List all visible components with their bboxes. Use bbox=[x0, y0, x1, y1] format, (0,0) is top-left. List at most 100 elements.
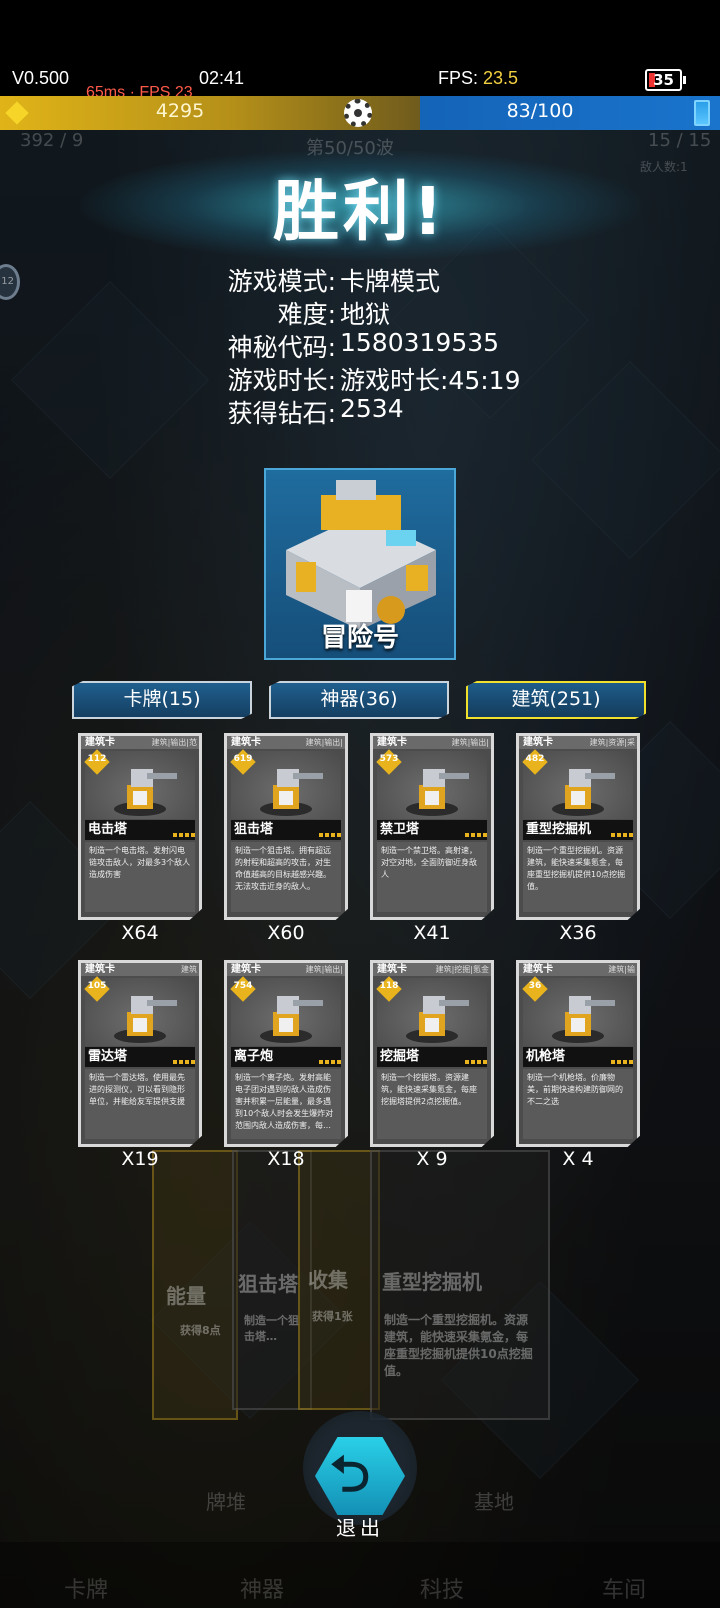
bg-card-label: 收集 bbox=[308, 1268, 348, 1292]
nav-workshop[interactable]: 车间 bbox=[602, 1572, 646, 1604]
card-level-icon bbox=[611, 833, 633, 837]
stat-row-diamonds: 获得钻石: 2534 bbox=[0, 394, 720, 428]
card-tags: 建筑|输出| bbox=[305, 738, 343, 747]
ghost-right-counter: 15 / 15 bbox=[648, 130, 712, 151]
stat-row-difficulty: 难度: 地狱 bbox=[0, 295, 720, 329]
card-description: 制造一个禁卫塔。高射速，对空对地，全面防御近身敌人 bbox=[377, 842, 487, 912]
version-label: V0.500 bbox=[12, 68, 70, 88]
card-cost: 754 bbox=[233, 981, 253, 991]
stat-label: 难度: bbox=[277, 300, 336, 329]
nav-artifacts[interactable]: 神器 bbox=[240, 1572, 284, 1604]
bottom-mid-deck: 牌堆 bbox=[206, 1490, 246, 1514]
card-cost: 573 bbox=[379, 754, 399, 764]
card-count: X 9 bbox=[416, 1148, 448, 1170]
building-card[interactable]: 建筑卡 建筑|挖掘|氪金 118 挖掘塔 制造一个挖掘塔。资源建筑，能快速采集氪金，每座… bbox=[370, 960, 494, 1147]
exit-label[interactable]: 退出 bbox=[300, 1512, 420, 1541]
fps-readout: FPS: 23.5 bbox=[438, 68, 518, 89]
card-name: 雷达塔 bbox=[85, 1047, 195, 1067]
stat-value: 2534 bbox=[340, 394, 404, 423]
bg-card-label: 重型挖掘机 bbox=[382, 1270, 482, 1294]
building-portrait: 冒险号 bbox=[264, 468, 456, 660]
card-tags: 建筑|输出| bbox=[451, 738, 489, 747]
card-level-icon bbox=[173, 1060, 195, 1064]
resource-bar: 4295 83/100 bbox=[0, 96, 720, 130]
battery-level: 35 bbox=[653, 71, 674, 89]
card-description: 制造一个狙击塔。拥有超远的射程和超高的攻击，对生命值越高的目标越感兴趣。无法攻击… bbox=[231, 842, 341, 912]
energy-resource: 83/100 bbox=[420, 96, 720, 130]
tab-cards[interactable]: 卡牌(15) bbox=[72, 681, 252, 719]
card-cost: 619 bbox=[233, 754, 253, 764]
card-count: X60 bbox=[267, 922, 305, 944]
building-card[interactable]: 建筑卡 建筑|输 36 机枪塔 制造一个机枪塔。价廉物美，前期快速构建防御网的不二之选 bbox=[516, 960, 640, 1147]
card-level-icon bbox=[173, 833, 195, 837]
card-name: 离子炮 bbox=[231, 1047, 341, 1067]
stat-row-code: 神秘代码: 1580319535 bbox=[0, 328, 720, 362]
card-tags: 建筑|输 bbox=[608, 965, 635, 974]
card-tags: 建筑|输出|范 bbox=[151, 738, 197, 747]
stat-value: 1580319535 bbox=[340, 328, 500, 357]
bg-card-sub: 获得8点 bbox=[180, 1324, 221, 1337]
card-tags: 建筑|挖掘|氪金 bbox=[435, 965, 489, 974]
card-name: 重型挖掘机 bbox=[523, 820, 633, 840]
stat-label: 游戏模式: bbox=[227, 267, 336, 296]
building-card[interactable]: 建筑卡 建筑|输出| 573 禁卫塔 制造一个禁卫塔。高射速，对空对地，全面防御近身敌人 bbox=[370, 733, 494, 920]
card-count: X18 bbox=[267, 1148, 305, 1170]
ghost-left-counter: 392 / 9 bbox=[20, 130, 84, 151]
stat-value: 卡牌模式 bbox=[340, 267, 441, 296]
building-card[interactable]: 建筑卡 建筑|输出| 619 狙击塔 制造一个狙击塔。拥有超远的射程和超高的攻击，对生命… bbox=[224, 733, 348, 920]
energy-battery-icon bbox=[694, 100, 710, 126]
return-arrow-icon[interactable]: ⮌ bbox=[330, 1446, 370, 1502]
card-cost: 112 bbox=[87, 754, 107, 764]
card-cost: 105 bbox=[87, 981, 107, 991]
stat-row-mode: 游戏模式: 卡牌模式 bbox=[0, 262, 720, 296]
bg-card-sub: 制造一个重型挖掘机。资源建筑，能快速采集氪金，每座重型挖掘机提供10点挖掘值。 bbox=[384, 1313, 533, 1378]
card-description: 制造一个挖掘塔。资源建筑，能快速采集氪金，每座挖掘塔提供2点挖掘值。 bbox=[377, 1069, 487, 1139]
gold-value: 4295 bbox=[155, 100, 205, 122]
tab-buildings[interactable]: 建筑(251) bbox=[466, 681, 646, 719]
bg-card-collect: 收集 获得1张 bbox=[298, 1150, 380, 1410]
card-name: 电击塔 bbox=[85, 820, 195, 840]
card-description: 制造一个电击塔。发射闪电链攻击敌人，对最多3个敌人造成伤害 bbox=[85, 842, 195, 912]
settings-gear-icon[interactable] bbox=[344, 99, 372, 127]
card-count: X41 bbox=[413, 922, 451, 944]
building-card[interactable]: 建筑卡 建筑 105 雷达塔 制造一个雷达塔。使用最先进的探测仪，可以看到隐形单位，并能… bbox=[78, 960, 202, 1147]
stat-label: 获得钻石: bbox=[227, 399, 336, 428]
bg-card-energy: 能量 获得8点 bbox=[152, 1150, 238, 1420]
energy-value: 83/100 bbox=[506, 100, 574, 122]
building-name: 冒险号 bbox=[320, 623, 399, 653]
stat-value: 游戏时长:45:19 bbox=[340, 366, 521, 395]
card-cost: 36 bbox=[528, 981, 542, 991]
bg-card-label: 狙击塔 bbox=[238, 1272, 298, 1296]
stat-value: 地狱 bbox=[340, 300, 391, 329]
bg-card-excavator: 重型挖掘机 制造一个重型挖掘机。资源建筑，能快速采集氪金，每座重型挖掘机提供10… bbox=[370, 1150, 550, 1420]
battery-icon: 35 bbox=[645, 69, 686, 91]
card-level-icon bbox=[465, 1060, 487, 1064]
card-name: 机枪塔 bbox=[523, 1047, 633, 1067]
gold-diamond-icon bbox=[5, 101, 29, 125]
building-card[interactable]: 建筑卡 建筑|输出| 754 离子炮 制造一个离子炮。发射高能电子团对遇到的敌人造成伤害… bbox=[224, 960, 348, 1147]
bottom-mid-base: 基地 bbox=[474, 1490, 514, 1514]
bg-card-label: 能量 bbox=[166, 1284, 206, 1308]
card-description: 制造一个离子炮。发射高能电子团对遇到的敌人造成伤害并积累一层能量，最多遇到10个… bbox=[231, 1069, 341, 1139]
building-card[interactable]: 建筑卡 建筑|资源|采 482 重型挖掘机 制造一个重型挖掘机。资源建筑，能快速采集氪金… bbox=[516, 733, 640, 920]
card-count: X64 bbox=[121, 922, 159, 944]
clock: 02:41 bbox=[199, 68, 245, 88]
nav-cards[interactable]: 卡牌 bbox=[64, 1572, 108, 1604]
tab-artifacts[interactable]: 神器(36) bbox=[269, 681, 449, 719]
victory-title: 胜利! bbox=[272, 173, 448, 250]
card-level-icon bbox=[319, 1060, 341, 1064]
card-count: X 4 bbox=[562, 1148, 594, 1170]
card-level-icon bbox=[611, 1060, 633, 1064]
stat-label: 神秘代码: bbox=[227, 333, 336, 362]
bg-card-sub: 获得1张 bbox=[312, 1310, 353, 1323]
bg-card-sub: 制造一个狙击塔… bbox=[244, 1314, 299, 1343]
card-tags: 建筑|资源|采 bbox=[589, 738, 635, 747]
nav-tech[interactable]: 科技 bbox=[420, 1572, 464, 1604]
card-cost: 482 bbox=[525, 754, 545, 764]
stat-row-duration: 游戏时长: 游戏时长:45:19 bbox=[0, 361, 720, 395]
card-description: 制造一个机枪塔。价廉物美，前期快速构建防御网的不二之选 bbox=[523, 1069, 633, 1139]
building-card[interactable]: 建筑卡 建筑|输出|范 112 电击塔 制造一个电击塔。发射闪电链攻击敌人，对最多3个敌… bbox=[78, 733, 202, 920]
fps-value: 23.5 bbox=[483, 68, 519, 88]
fps-label: FPS: bbox=[438, 68, 479, 88]
card-level-icon bbox=[319, 833, 341, 837]
